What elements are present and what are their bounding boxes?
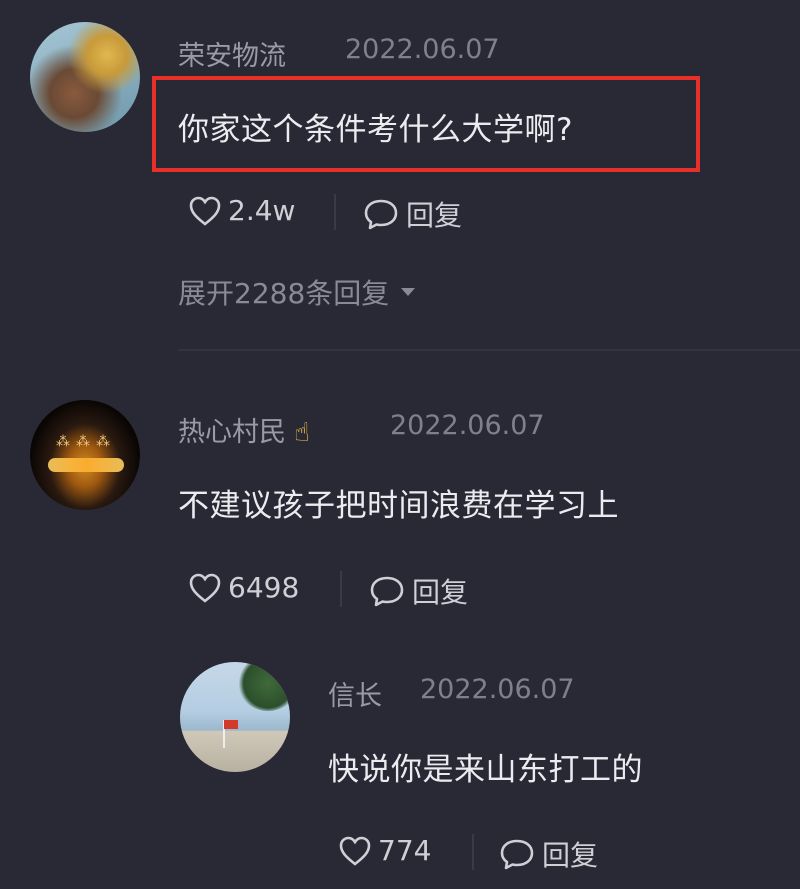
like-button[interactable]: 2.4w <box>188 194 295 227</box>
comment-username[interactable]: 热心村民 ☝ <box>178 410 310 449</box>
avatar[interactable] <box>30 22 140 132</box>
username-text: 热心村民 <box>178 417 286 448</box>
like-count: 774 <box>378 834 432 867</box>
reply-button[interactable]: 回复 <box>498 834 598 874</box>
reply-button[interactable]: 回复 <box>368 571 468 611</box>
reply-label: 回复 <box>412 576 469 609</box>
action-divider <box>340 571 342 607</box>
reply-label: 回复 <box>406 199 463 232</box>
avatar-image-detail <box>224 720 238 729</box>
comment-text: 不建议孩子把时间浪费在学习上 <box>178 488 619 524</box>
heart-icon <box>188 195 222 227</box>
avatar-image-detail: ⁂⁂⁂ <box>56 434 116 450</box>
caret-down-icon <box>401 288 416 296</box>
comment-date: 2022.06.07 <box>420 674 575 705</box>
comment-text: 快说你是来山东打工的 <box>328 752 643 788</box>
heart-icon <box>338 835 372 867</box>
comment-date: 2022.06.07 <box>345 34 500 65</box>
like-count: 2.4w <box>228 194 296 227</box>
like-button[interactable]: 6498 <box>188 571 299 604</box>
comment-username[interactable]: 信长 <box>328 674 382 713</box>
pointing-finger-icon: ☝ <box>294 418 310 448</box>
action-divider <box>334 194 336 230</box>
chat-bubble-icon <box>498 837 536 871</box>
avatar-image-detail <box>48 458 124 472</box>
comment-divider <box>178 349 800 351</box>
avatar[interactable] <box>180 662 290 772</box>
action-divider <box>472 834 474 870</box>
expand-replies-button[interactable]: 展开2288条回复 <box>178 272 416 312</box>
heart-icon <box>188 572 222 604</box>
comment-username[interactable]: 荣安物流 <box>178 34 286 73</box>
avatar[interactable]: ⁂⁂⁂ <box>30 400 140 510</box>
reply-button[interactable]: 回复 <box>362 194 462 234</box>
like-count: 6498 <box>228 571 300 604</box>
like-button[interactable]: 774 <box>338 834 431 867</box>
avatar-image-detail <box>238 662 290 711</box>
reply-label: 回复 <box>542 839 599 872</box>
comment-date: 2022.06.07 <box>390 410 545 441</box>
chat-bubble-icon <box>368 574 406 608</box>
chat-bubble-icon <box>362 197 400 231</box>
comment-text: 你家这个条件考什么大学啊? <box>178 112 573 148</box>
expand-replies-label: 展开2288条回复 <box>178 277 390 310</box>
